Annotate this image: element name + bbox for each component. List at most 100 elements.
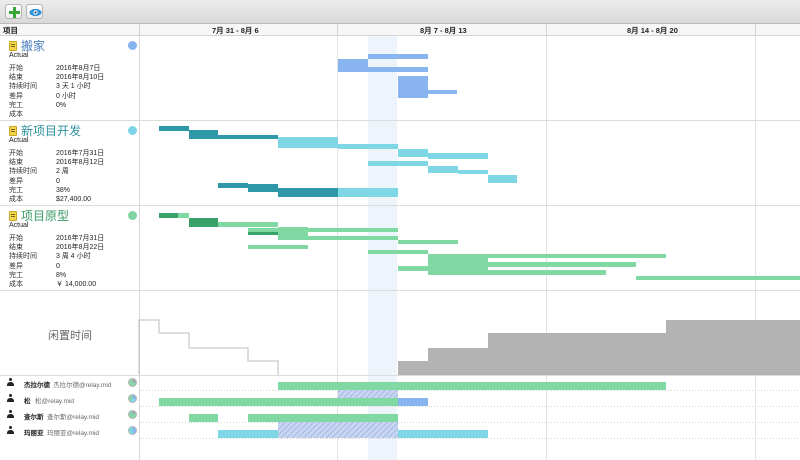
resource-email: 杰拉尔德@relay.mid [53,382,112,389]
task-bar[interactable] [338,144,398,149]
eye-icon [29,8,42,17]
idle-time-outline [138,319,279,375]
toolbar [0,0,800,24]
project-color-dot[interactable] [128,126,137,135]
task-bar[interactable] [248,228,278,232]
resource-bar[interactable] [189,414,218,422]
person-icon [7,410,14,419]
resource-bars [159,382,666,438]
task-bar[interactable] [368,250,428,254]
header-divider [139,24,140,36]
task-bar[interactable] [428,258,488,275]
task-bar[interactable] [189,130,218,139]
plus-icon [9,7,20,18]
task-bar[interactable] [178,213,189,218]
task-bar[interactable] [368,67,428,72]
utilization-pie-icon [128,394,137,403]
task-bar[interactable] [338,59,368,72]
task-bar[interactable] [248,245,308,249]
timeline-header: 项目 7月 31 - 8月 6 8月 7 - 8月 13 8月 14 - 8月 … [0,24,800,36]
idle-time-chart [138,319,800,375]
task-bar[interactable] [228,222,278,227]
project-field-cost: 成本 ￥ 14,000.00 [9,281,97,288]
project-document-icon [9,41,17,51]
task-bar[interactable] [248,184,278,192]
resource-bar[interactable] [398,430,488,438]
project-field-duration: 持续时间 3 周 4 小时 [9,253,91,260]
resource-name: 杰拉尔德 [24,382,50,389]
utilization-pie-icon [128,378,137,387]
task-bar[interactable] [398,240,458,244]
view-button[interactable] [26,4,43,19]
task-bar[interactable] [488,270,606,275]
project-color-dot[interactable] [128,211,137,220]
task-bar[interactable] [398,76,428,90]
task-bar[interactable] [428,166,458,173]
task-bar[interactable] [398,90,457,94]
resource-email: 松@relay.mid [35,398,74,405]
task-bar[interactable] [278,188,338,197]
task-bar[interactable] [368,54,428,59]
task-bar[interactable] [398,149,428,157]
resource-name: 玛丽亚 [24,430,44,437]
project-field-cost: 成本 [9,111,23,118]
task-bar[interactable] [636,276,800,280]
task-bar[interactable] [488,175,517,183]
resource-email: 玛丽亚@relay.mid [47,430,99,437]
task-bar[interactable] [159,126,189,131]
task-bar[interactable] [488,262,636,267]
project-move-house-bars [338,54,457,98]
header-divider [337,24,338,36]
task-bar[interactable] [189,218,218,227]
task-bar[interactable] [248,232,278,235]
resource-row[interactable]: 查尔斯 查尔斯@relay.mid [0,407,140,423]
resource-row[interactable]: 杰拉尔德 杰拉尔德@relay.mid [0,375,140,391]
resource-bar[interactable] [159,398,398,406]
task-bar[interactable] [338,188,398,197]
task-bar[interactable] [368,161,428,166]
project-subtitle: Actual [9,52,29,59]
idle-time-label: 闲置时间 [48,330,92,342]
project-subtitle: Actual [9,137,29,144]
task-bar[interactable] [308,228,398,232]
resource-email: 查尔斯@relay.mid [47,414,99,421]
week-label-1: 7月 31 - 8月 6 [212,26,259,35]
project-field-duration: 持续时间 3 天 1 小时 [9,83,91,90]
week-label-3: 8月 14 - 8月 20 [627,26,678,35]
task-bar[interactable] [308,236,398,240]
resource-bar[interactable] [398,398,428,406]
task-bar[interactable] [458,170,488,174]
project-document-icon [9,211,17,221]
resource-bar[interactable] [218,430,278,438]
resource-row[interactable]: 松 松@relay.mid [0,391,140,407]
task-bar[interactable] [428,254,666,258]
utilization-pie-icon [128,410,137,419]
resource-row[interactable]: 玛丽亚 玛丽亚@relay.mid [0,423,140,439]
resource-bar[interactable] [278,382,666,390]
week-label-2: 8月 7 - 8月 13 [420,26,467,35]
project-title[interactable]: 新项目开发 [21,122,81,139]
person-icon [7,394,14,403]
project-prototype-bars [159,213,800,280]
overallocation-bar[interactable] [278,422,398,438]
utilization-pie-icon [128,426,137,435]
task-bar[interactable] [218,183,248,188]
task-bar[interactable] [159,213,178,218]
header-divider [755,24,756,36]
add-button[interactable] [5,4,22,19]
person-icon [7,378,14,387]
project-color-dot[interactable] [128,41,137,50]
project-subtitle: Actual [9,222,29,229]
project-field-duration: 持续时间 2 周 [9,168,69,175]
header-divider [546,24,547,36]
task-bar[interactable] [398,94,428,98]
task-bar[interactable] [398,266,428,271]
task-bar[interactable] [278,137,338,148]
resource-name: 查尔斯 [24,414,44,421]
task-bar[interactable] [428,153,488,159]
overallocation-bar[interactable] [338,390,398,398]
task-bar[interactable] [218,135,278,139]
resource-name: 松 [24,398,31,405]
resource-bar[interactable] [248,414,398,422]
task-bar[interactable] [278,227,308,240]
